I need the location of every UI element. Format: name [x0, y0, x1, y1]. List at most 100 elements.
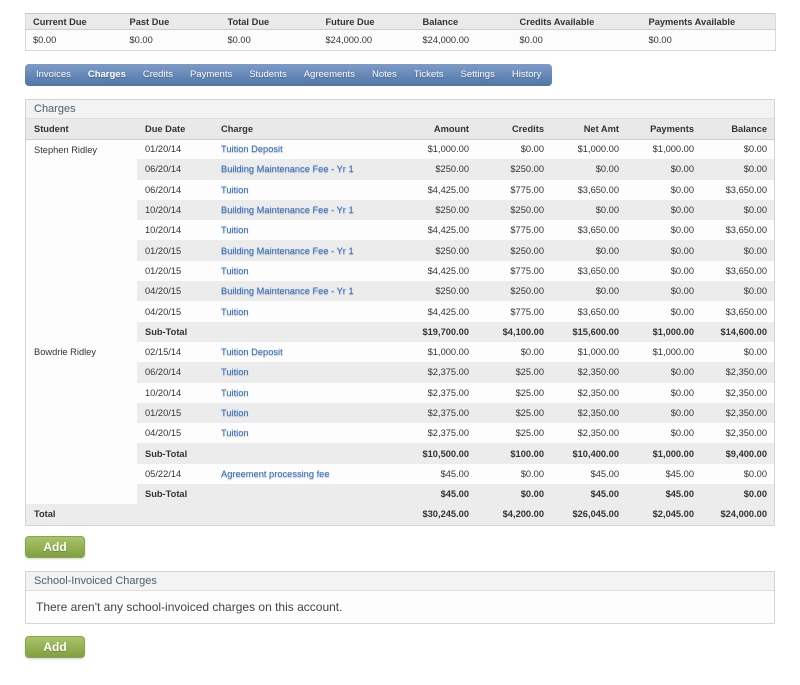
subtotal-payments-cell: $45.00: [626, 484, 701, 504]
tab-payments[interactable]: Payments: [181, 64, 240, 86]
charge-cell: Tuition: [213, 220, 401, 240]
add-school-invoiced-charge-button[interactable]: Add: [25, 636, 85, 658]
amount-cell: $1,000.00: [401, 342, 476, 362]
charges-col-due-date: Due Date: [137, 119, 213, 139]
charge-row: 10/20/14Tuition$2,375.00$25.00$2,350.00$…: [26, 383, 774, 403]
due-date-cell: 10/20/14: [137, 220, 213, 240]
subtotal-balance-cell: $0.00: [701, 484, 774, 504]
payments-cell: $0.00: [626, 362, 701, 382]
subtotal-amount-cell: $10,500.00: [401, 443, 476, 463]
credits-cell: $775.00: [476, 180, 551, 200]
summary-col-balance: Balance: [416, 14, 513, 30]
payments-cell: $0.00: [626, 403, 701, 423]
charge-row: 10/20/14Building Maintenance Fee - Yr 1$…: [26, 200, 774, 220]
charge-link[interactable]: Tuition: [221, 428, 249, 438]
payments-cell: $1,000.00: [626, 139, 701, 159]
subtotal-net-amt-cell: $10,400.00: [551, 443, 626, 463]
balance-cell: $0.00: [701, 240, 774, 260]
summary-value-total-due: $0.00: [221, 30, 319, 51]
tab-charges[interactable]: Charges: [79, 64, 134, 86]
charge-row: 06/20/14Tuition$2,375.00$25.00$2,350.00$…: [26, 362, 774, 382]
tab-tickets[interactable]: Tickets: [405, 64, 452, 86]
payments-cell: $0.00: [626, 281, 701, 301]
tab-history[interactable]: History: [503, 64, 550, 86]
net-amt-cell: $0.00: [551, 159, 626, 179]
charge-link[interactable]: Tuition: [221, 185, 249, 195]
credits-cell: $250.00: [476, 240, 551, 260]
charges-col-amount: Amount: [401, 119, 476, 139]
account-billing-page: Current DuePast DueTotal DueFuture DueBa…: [25, 13, 775, 658]
charges-col-payments: Payments: [626, 119, 701, 139]
credits-cell: $0.00: [476, 139, 551, 159]
charge-link[interactable]: Tuition: [221, 388, 249, 398]
charge-cell: Building Maintenance Fee - Yr 1: [213, 240, 401, 260]
subtotal-amount-cell: $45.00: [401, 484, 476, 504]
tab-agreements[interactable]: Agreements: [295, 64, 363, 86]
due-date-cell: 05/22/14: [137, 464, 213, 484]
charge-link[interactable]: Building Maintenance Fee - Yr 1: [221, 286, 354, 296]
subtotal-row: Sub-Total$10,500.00$100.00$10,400.00$1,0…: [26, 443, 774, 463]
total-payments-cell: $2,045.00: [626, 504, 701, 524]
amount-cell: $1,000.00: [401, 139, 476, 159]
charge-link[interactable]: Tuition Deposit: [221, 347, 283, 357]
tab-credits[interactable]: Credits: [134, 64, 181, 86]
subtotal-row: Sub-Total$19,700.00$4,100.00$15,600.00$1…: [26, 322, 774, 342]
amount-cell: $2,375.00: [401, 403, 476, 423]
tab-notes[interactable]: Notes: [363, 64, 405, 86]
net-amt-cell: $45.00: [551, 464, 626, 484]
school-invoiced-empty-message: There aren't any school-invoiced charges…: [26, 591, 774, 623]
charge-link[interactable]: Tuition Deposit: [221, 144, 283, 154]
due-date-cell: 06/20/14: [137, 180, 213, 200]
charge-link[interactable]: Building Maintenance Fee - Yr 1: [221, 205, 354, 215]
payments-cell: $0.00: [626, 301, 701, 321]
tab-invoices[interactable]: Invoices: [28, 64, 80, 86]
charges-table: StudentDue DateChargeAmountCreditsNet Am…: [26, 119, 774, 525]
charge-link[interactable]: Tuition: [221, 367, 249, 377]
subtotal-label-cell: Sub-Total: [137, 484, 213, 504]
payments-cell: $0.00: [626, 220, 701, 240]
charge-link[interactable]: Tuition: [221, 408, 249, 418]
credits-cell: $250.00: [476, 159, 551, 179]
charge-link[interactable]: Tuition: [221, 307, 249, 317]
net-amt-cell: $3,650.00: [551, 301, 626, 321]
payments-cell: $0.00: [626, 159, 701, 179]
summary-col-current-due: Current Due: [26, 14, 123, 30]
total-label-cell: Total: [26, 504, 137, 524]
net-amt-cell: $3,650.00: [551, 220, 626, 240]
due-date-cell: 01/20/15: [137, 240, 213, 260]
charge-row: 01/20/15 Building Maintenance Fee - Yr 1 $…: [26, 240, 774, 260]
net-amt-cell: $1,000.00: [551, 342, 626, 362]
charges-col-credits: Credits: [476, 119, 551, 139]
subtotal-payments-cell: $1,000.00: [626, 443, 701, 463]
charges-col-net-amt: Net Amt: [551, 119, 626, 139]
payments-cell: $0.00: [626, 240, 701, 260]
tab-students[interactable]: Students: [241, 64, 296, 86]
add-charge-button[interactable]: Add: [25, 536, 85, 558]
amount-cell: $250.00: [401, 240, 476, 260]
charge-link[interactable]: Agreement processing fee: [221, 469, 330, 479]
account-summary-table: Current DuePast DueTotal DueFuture DueBa…: [25, 13, 776, 51]
net-amt-cell: $3,650.00: [551, 261, 626, 281]
charge-link[interactable]: Tuition: [221, 266, 249, 276]
charges-col-balance: Balance: [701, 119, 774, 139]
tab-settings[interactable]: Settings: [452, 64, 503, 86]
charge-row: 01/20/15Tuition$4,425.00$775.00$3,650.00…: [26, 261, 774, 281]
due-date-cell: 01/20/15: [137, 261, 213, 281]
charge-link[interactable]: Building Maintenance Fee - Yr 1: [221, 246, 354, 256]
charge-link[interactable]: Tuition: [221, 225, 249, 235]
due-date-cell: 01/20/15: [137, 403, 213, 423]
net-amt-cell: $2,350.00: [551, 423, 626, 443]
payments-cell: $0.00: [626, 261, 701, 281]
credits-cell: $250.00: [476, 200, 551, 220]
amount-cell: $250.00: [401, 200, 476, 220]
charge-cell: Tuition: [213, 261, 401, 281]
due-date-cell: 04/20/15: [137, 281, 213, 301]
subtotal-label-cell: Sub-Total: [137, 443, 213, 463]
net-amt-cell: $2,350.00: [551, 362, 626, 382]
balance-cell: $0.00: [701, 342, 774, 362]
charge-row: Stephen Ridley01/20/14Tuition Deposit$1,…: [26, 139, 774, 159]
charge-row: 06/20/14Tuition$4,425.00$775.00$3,650.00…: [26, 180, 774, 200]
charge-link[interactable]: Building Maintenance Fee - Yr 1: [221, 164, 354, 174]
subtotal-balance-cell: $14,600.00: [701, 322, 774, 342]
balance-cell: $0.00: [701, 281, 774, 301]
